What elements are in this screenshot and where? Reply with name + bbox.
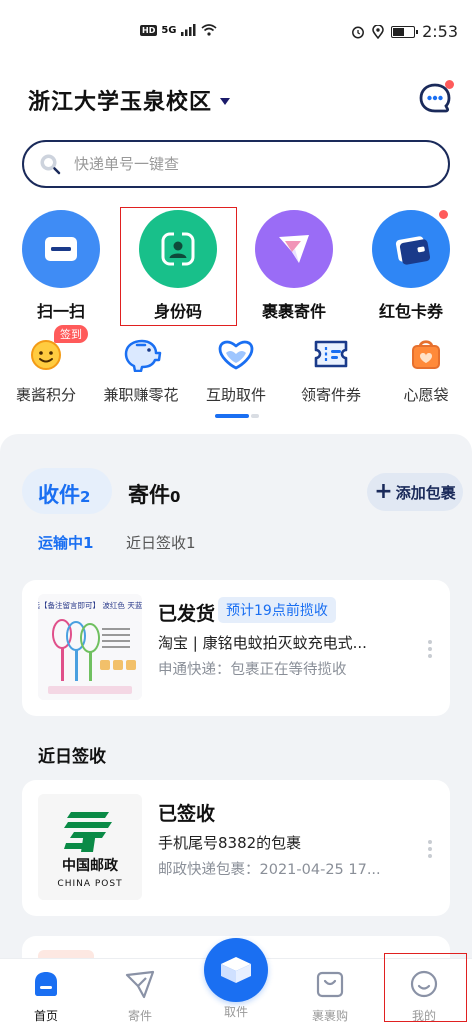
network-label: 5G bbox=[161, 24, 177, 36]
more-options-icon[interactable] bbox=[428, 640, 432, 661]
pickup-estimate-badge: 预计19点前揽收 bbox=[218, 597, 336, 623]
package-status: 已发货 bbox=[158, 603, 216, 625]
send-plane-icon bbox=[255, 210, 333, 288]
highlight-box bbox=[384, 953, 467, 1022]
tab-receive-label: 收件 bbox=[38, 483, 80, 507]
message-button[interactable] bbox=[418, 80, 454, 116]
alarm-icon bbox=[352, 26, 365, 38]
package-subtitle: 申通快递：包裹正在等待揽收 bbox=[158, 662, 347, 678]
clock: 2:53 bbox=[422, 22, 458, 41]
package-subtitle: 邮政快递包裹：2021-04-25 17... bbox=[158, 862, 381, 878]
package-status: 已签收 bbox=[158, 803, 216, 825]
piggy-bank-icon bbox=[95, 334, 187, 374]
sub-tab-recently-signed[interactable]: 近日签收1 bbox=[126, 532, 196, 553]
add-package-label: 添加包裹 bbox=[395, 483, 456, 502]
coupon-card-icon bbox=[372, 210, 450, 288]
status-bar-right: 2:53 bbox=[351, 22, 458, 41]
caret-down-icon bbox=[220, 97, 231, 105]
logo-cn-text: 中国邮政 bbox=[62, 857, 119, 874]
shortcut-send-coupon[interactable]: 领寄件券 bbox=[285, 334, 377, 405]
more-options-icon[interactable] bbox=[428, 840, 432, 861]
search-icon bbox=[40, 154, 61, 175]
shortcut-mutual-pickup[interactable]: 互助取件 bbox=[190, 334, 282, 405]
nav-send[interactable]: 寄件 bbox=[100, 967, 180, 1024]
shortcut-send[interactable]: 裹裹寄件 bbox=[239, 210, 349, 322]
shortcut-points[interactable]: 签到 裹酱积分 bbox=[0, 325, 92, 405]
nav-label: 首页 bbox=[33, 1009, 58, 1023]
sub-tab-in-transit[interactable]: 运输中1 bbox=[38, 532, 93, 553]
product-thumbnail: 3色可选【备注留言即可】 波红色 天蓝色 果绿 bbox=[38, 594, 142, 700]
shortcut-label: 领寄件券 bbox=[300, 386, 361, 404]
paper-plane-icon bbox=[100, 967, 180, 1001]
shortcut-wish-bag[interactable]: 心愿袋 bbox=[380, 334, 472, 405]
sign-in-badge: 签到 bbox=[54, 325, 88, 343]
nav-shop[interactable]: 裹裹购 bbox=[290, 967, 370, 1024]
pickup-center-button[interactable] bbox=[204, 938, 268, 1002]
notification-dot bbox=[439, 210, 448, 219]
page-indicator-active bbox=[215, 414, 249, 418]
tab-send-count: 0 bbox=[170, 488, 181, 506]
logo-en-text: CHINA POST bbox=[57, 879, 122, 889]
tab-send-label: 寄件 bbox=[128, 483, 170, 507]
heart-hands-icon bbox=[190, 334, 282, 374]
shortcut-label: 心愿袋 bbox=[403, 386, 449, 404]
package-card[interactable]: 3色可选【备注留言即可】 波红色 天蓝色 果绿 已发货 预计19点前揽收 淘宝 … bbox=[22, 580, 450, 716]
campus-selector[interactable]: 浙江大学玉泉校区 bbox=[28, 84, 231, 116]
thumb-caption: 3色可选【备注留言即可】 波红色 天蓝色 果绿 bbox=[38, 600, 142, 610]
shortcut-label: 互助取件 bbox=[205, 386, 266, 404]
china-post-logo: 中国邮政 CHINA POST bbox=[38, 794, 142, 900]
notification-dot bbox=[445, 80, 454, 89]
shortcut-label: 裹酱积分 bbox=[15, 386, 76, 404]
search-input[interactable] bbox=[74, 155, 374, 173]
package-title: 淘宝 | 康铭电蚊拍灭蚊充电式... bbox=[158, 634, 367, 652]
secondary-shortcuts: 签到 裹酱积分 兼职赚零花 互助取件 领寄件券 心愿袋 bbox=[0, 325, 472, 414]
add-package-button[interactable]: + 添加包裹 bbox=[367, 473, 463, 511]
shortcut-part-time[interactable]: 兼职赚零花 bbox=[95, 334, 187, 405]
wifi-icon bbox=[200, 24, 217, 36]
home-icon bbox=[6, 967, 86, 1001]
box-icon bbox=[221, 957, 251, 983]
tab-receive-count: 2 bbox=[80, 488, 91, 506]
hd-badge: HD bbox=[140, 24, 158, 36]
points-face-icon: 签到 bbox=[0, 325, 92, 374]
nav-label: 裹裹购 bbox=[311, 1009, 348, 1023]
shopping-bag-icon bbox=[290, 967, 370, 1001]
scan-icon bbox=[22, 210, 100, 288]
status-bar: HD 5G 2:53 bbox=[0, 0, 472, 66]
highlight-box bbox=[120, 207, 237, 326]
shortcut-label: 裹裹寄件 bbox=[261, 302, 326, 321]
package-title: 手机尾号8382的包裹 bbox=[158, 834, 302, 852]
shortcut-scan[interactable]: 扫一扫 bbox=[6, 210, 116, 322]
tab-receive[interactable]: 收件2 bbox=[38, 479, 90, 509]
search-bar[interactable] bbox=[22, 140, 450, 188]
shortcut-coupons[interactable]: 红包卡券 bbox=[356, 210, 466, 322]
location-icon bbox=[372, 24, 384, 39]
shortcut-label: 扫一扫 bbox=[36, 302, 85, 321]
signal-icon bbox=[180, 24, 196, 36]
status-bar-left: HD 5G bbox=[140, 24, 217, 36]
ticket-icon bbox=[285, 334, 377, 374]
tab-send[interactable]: 寄件0 bbox=[128, 479, 180, 509]
shortcut-label: 兼职赚零花 bbox=[103, 386, 179, 404]
page-indicator-inactive bbox=[251, 414, 259, 418]
nav-home[interactable]: 首页 bbox=[6, 967, 86, 1024]
shortcut-label: 红包卡券 bbox=[378, 302, 443, 321]
campus-name: 浙江大学玉泉校区 bbox=[28, 90, 213, 115]
package-card[interactable]: 中国邮政 CHINA POST 已签收 手机尾号8382的包裹 邮政快递包裹：2… bbox=[22, 780, 450, 916]
plus-icon: + bbox=[374, 479, 393, 504]
battery-icon bbox=[391, 25, 419, 38]
nav-label: 寄件 bbox=[127, 1009, 152, 1023]
wish-bag-icon bbox=[380, 334, 472, 374]
recent-signed-title: 近日签收 bbox=[38, 747, 106, 767]
nav-pickup-label: 取件 bbox=[223, 1005, 248, 1019]
